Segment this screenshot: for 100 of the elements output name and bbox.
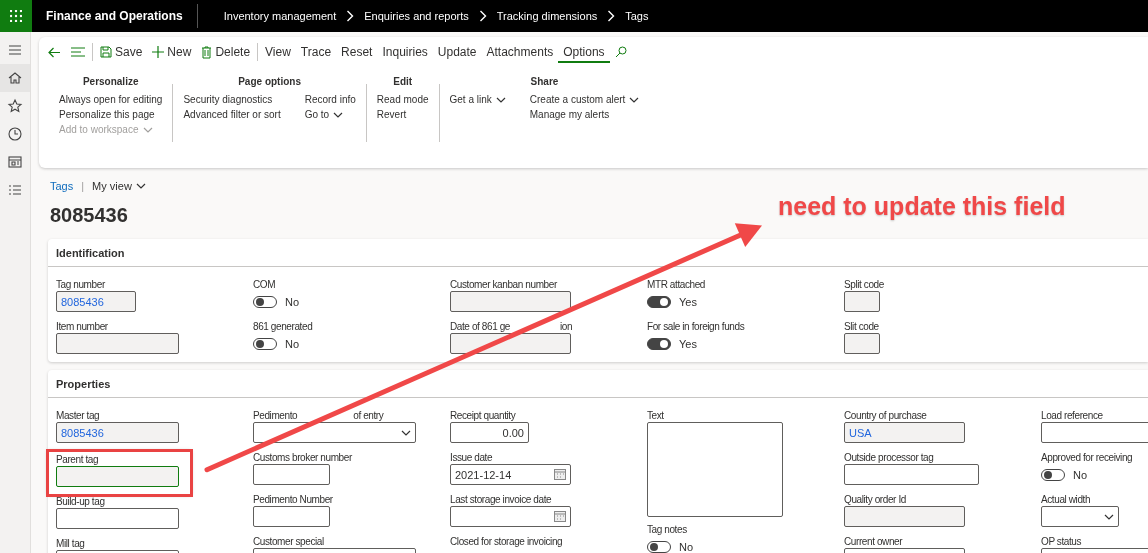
field-label: Tag notes [647,523,687,536]
menu-item[interactable]: Record info [304,93,356,106]
toggle-switch[interactable] [647,540,671,553]
save-button[interactable]: Save [95,40,148,64]
input-field[interactable] [56,508,179,529]
input-field[interactable] [56,466,179,487]
section-title[interactable]: Identification [48,239,1148,267]
chevron-icon [495,96,506,103]
input-field[interactable] [844,333,880,354]
date-field[interactable] [450,506,571,527]
menu-item[interactable]: Revert [376,108,429,121]
input-field[interactable] [1041,422,1148,443]
back-arrow-icon [48,46,61,58]
annotation-text: need to update this field [778,192,1066,221]
chevron-icon [333,111,344,118]
dropdown-field[interactable] [253,422,416,443]
field-label: Load reference [1041,409,1103,422]
field-label: ion [560,320,573,333]
menu-item[interactable]: Security diagnostics [183,93,281,106]
input-field[interactable] [844,464,979,485]
breadcrumb-link[interactable]: Tags [625,10,649,22]
field-label: Pedimento [253,409,298,422]
input-field[interactable] [56,333,179,354]
field-label: Issue date [450,451,493,464]
section-title[interactable]: Properties [48,370,1148,398]
delete-button[interactable]: Delete [196,40,256,64]
field-label: MTR attached [647,278,705,291]
chevron-icon [135,183,146,189]
input-field[interactable] [253,464,330,485]
workspace-icon [7,154,23,170]
toggle-switch[interactable] [253,295,277,308]
field-label: Outside processor tag [844,451,934,464]
breadcrumb-link[interactable]: Tags [50,180,74,192]
menu-item[interactable]: Manage my alerts [529,108,640,121]
field-label: Pedimento Number [253,493,333,506]
group-title: Personalize [82,76,139,87]
toggle-switch[interactable] [647,337,671,350]
input-field[interactable] [253,506,330,527]
field-label: Text [647,409,664,422]
menu-tab[interactable]: Inquiries [377,40,433,64]
text-area[interactable] [647,422,783,517]
menu-tab[interactable]: Update [432,40,482,64]
input-field[interactable]: 8085436 [56,291,136,312]
menu-item[interactable]: Get a link [449,93,506,106]
toggle-label: No [285,295,300,308]
input-field[interactable]: 0.00 [450,422,529,443]
field-label: COM [253,278,276,291]
toggle-label: Yes [679,337,697,350]
menu-item[interactable]: Read mode [376,93,429,106]
menu-tab[interactable]: Attachments [481,40,559,64]
trash-icon [201,45,213,59]
breadcrumb-link[interactable]: Inventory management [223,10,337,22]
date-field[interactable]: 2021-12-14 [450,464,571,485]
field-label: Customer special [253,535,324,548]
menu-item[interactable]: Personalize this page [59,108,163,121]
calendar-icon [554,511,566,522]
breadcrumb-link[interactable]: Tracking dimensions [496,10,598,22]
field-label: Approved for receiving [1041,451,1133,464]
toggle-switch[interactable] [1041,468,1065,481]
field-label: Customer kanban number [450,278,557,291]
field-label: Slit code [844,320,879,333]
input-field[interactable]: 8085436 [56,422,179,443]
lines-icon [71,47,85,57]
input-field[interactable] [844,506,965,527]
toggle-switch[interactable] [253,337,277,350]
field-label: Split code [844,278,884,291]
input-field[interactable] [450,291,571,312]
new-button[interactable]: New [147,40,197,64]
field-label: Build-up tag [56,495,105,508]
menu-item[interactable]: Always open for editing [59,93,163,106]
menu-item[interactable]: Go to [304,108,356,121]
app-launcher-button[interactable] [0,0,32,32]
toggle-switch[interactable] [647,295,671,308]
field-label: For sale in foreign funds [647,320,745,333]
calendar-icon [554,469,566,480]
chevron-right-icon [607,10,616,22]
waffle-icon [10,10,22,22]
page-title: 8085436 [50,203,128,228]
menu-tab[interactable]: Options [558,41,610,63]
menu-tab[interactable]: Trace [295,40,337,64]
menu-item[interactable]: Advanced filter or sort [183,108,281,121]
field-label: Actual width [1041,493,1091,506]
home-button[interactable] [0,64,30,92]
field-label: Item number [56,320,108,333]
input-field[interactable] [844,291,880,312]
field-label: Current owner [844,535,903,548]
chevron-icon [629,96,640,103]
star-icon [7,98,23,114]
field-label: Closed for storage invoicing [450,535,563,548]
chevron-right-icon [346,10,355,22]
view-selector[interactable]: My view [92,180,146,192]
menu-item[interactable]: Create a custom alert [529,93,640,106]
input-field[interactable]: USA [844,422,965,443]
toggle-label: No [285,337,300,350]
breadcrumb-link[interactable]: Enquiries and reports [364,10,469,22]
menu-tab[interactable]: Reset [336,40,378,64]
group-title: Share [530,76,559,87]
dropdown-field[interactable] [1041,506,1119,527]
menu-tab[interactable]: View [260,40,296,64]
group-title: Page options [238,76,301,87]
